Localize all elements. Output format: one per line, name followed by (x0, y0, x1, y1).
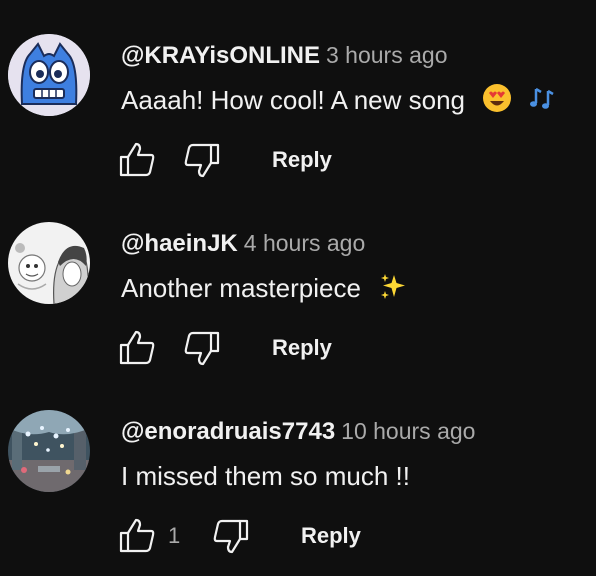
musical-notes-emoji-icon (527, 83, 557, 121)
thumbs-down-icon (184, 331, 220, 366)
comment-text: Aaaah! How cool! A new song (121, 83, 557, 121)
comment-actions: Reply (0, 329, 596, 369)
comment-timestamp[interactable]: 4 hours ago (244, 230, 365, 256)
thumbs-down-icon (184, 143, 220, 178)
dislike-button[interactable] (212, 517, 250, 555)
like-button[interactable] (118, 141, 156, 179)
avatar[interactable] (8, 410, 90, 492)
comment-header: @enoradruais7743 10 hours ago (121, 416, 475, 446)
comment-body: Aaaah! How cool! A new song (121, 85, 466, 115)
sparkles-emoji-icon (378, 271, 408, 309)
thumbs-up-icon (119, 142, 155, 177)
author-handle[interactable]: @KRAYisONLINE (121, 42, 320, 69)
comment-header: @haeinJK 4 hours ago (121, 228, 365, 258)
thumbs-up-icon (119, 518, 155, 553)
comment-actions: Reply (0, 141, 596, 181)
thumbs-up-icon (119, 330, 155, 365)
reply-button[interactable]: Reply (272, 141, 332, 179)
comment-text: I missed them so much !! (121, 459, 410, 493)
comment-timestamp[interactable]: 3 hours ago (326, 42, 447, 68)
thumbs-down-icon (213, 519, 249, 554)
avatar[interactable] (8, 222, 90, 304)
avatar[interactable] (8, 34, 90, 116)
comment-body: Another masterpiece (121, 273, 361, 303)
comment-timestamp[interactable]: 10 hours ago (341, 418, 475, 444)
like-button[interactable] (118, 329, 156, 367)
reply-button[interactable]: Reply (301, 517, 361, 555)
author-handle[interactable]: @haeinJK (121, 230, 238, 257)
reply-button[interactable]: Reply (272, 329, 332, 367)
comment-actions: 1 Reply (0, 517, 596, 557)
like-button[interactable] (118, 517, 156, 555)
dislike-button[interactable] (183, 141, 221, 179)
author-handle[interactable]: @enoradruais7743 (121, 418, 335, 445)
heart-eyes-emoji-icon (482, 83, 512, 121)
dislike-button[interactable] (183, 329, 221, 367)
comment-header: @KRAYisONLINE 3 hours ago (121, 40, 447, 70)
comment-body: I missed them so much !! (121, 461, 410, 491)
comment-text: Another masterpiece (121, 271, 408, 309)
like-count: 1 (168, 523, 181, 548)
